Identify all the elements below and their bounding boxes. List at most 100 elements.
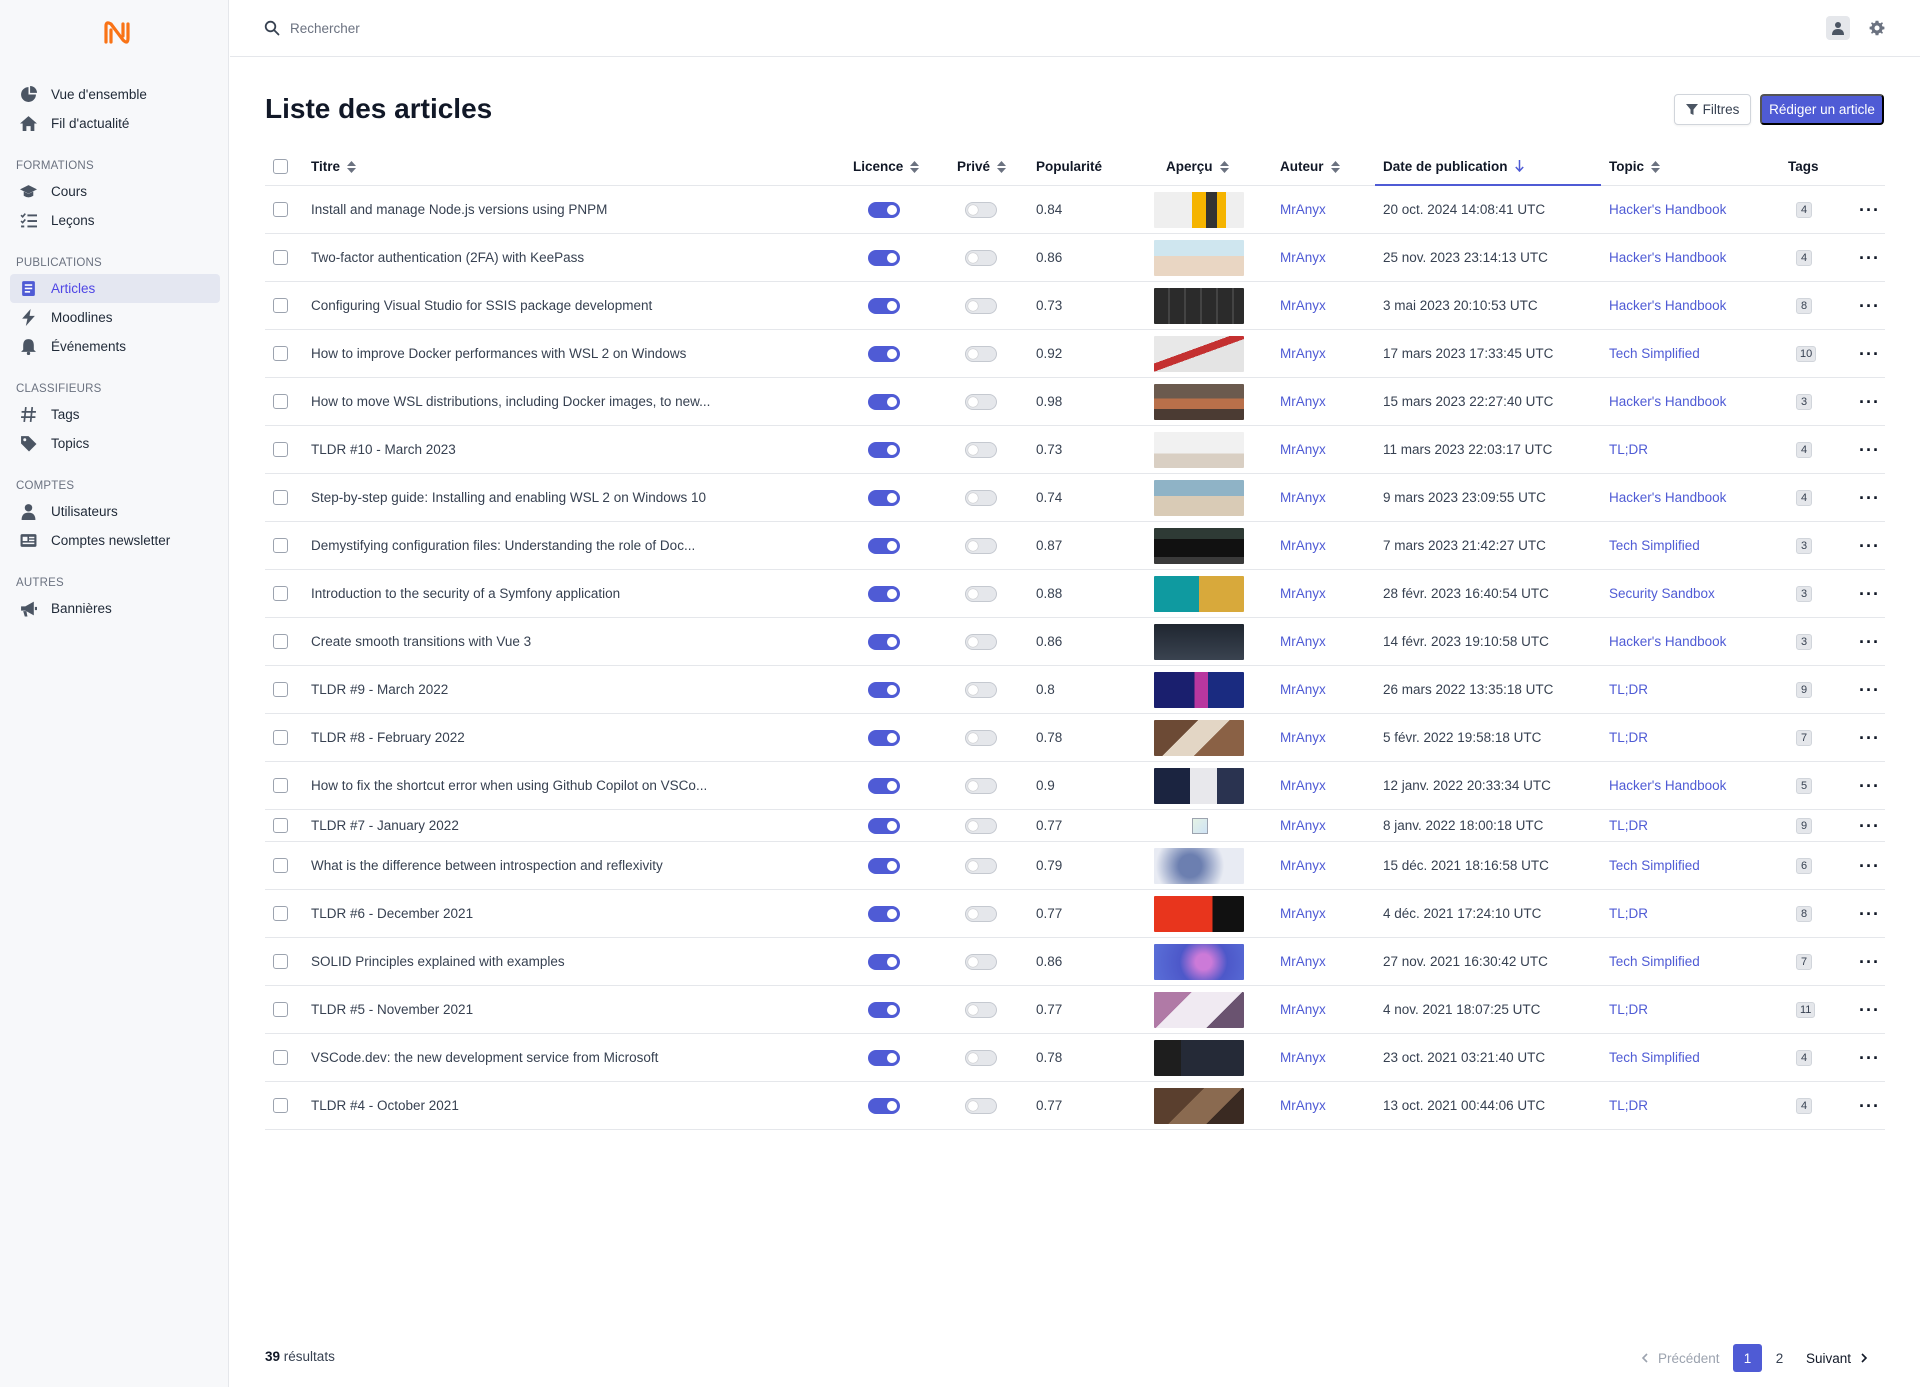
settings-button[interactable] [1866, 17, 1888, 39]
article-title[interactable]: How to fix the shortcut error when using… [311, 762, 707, 809]
row-checkbox[interactable] [273, 730, 288, 745]
col-date[interactable]: Date de publication [1375, 148, 1601, 186]
article-title[interactable]: Demystifying configuration files: Unders… [311, 522, 695, 569]
row-actions-button[interactable]: ··· [1859, 842, 1880, 889]
private-toggle[interactable] [965, 489, 997, 506]
article-title[interactable]: TLDR #8 - February 2022 [311, 714, 465, 761]
user-menu-button[interactable] [1826, 16, 1850, 40]
table-row[interactable]: How to move WSL distributions, including… [265, 378, 1885, 426]
row-actions-button[interactable]: ··· [1859, 282, 1880, 329]
private-toggle[interactable] [965, 729, 997, 746]
topic-link[interactable]: TL;DR [1609, 890, 1648, 937]
license-toggle[interactable] [868, 777, 900, 794]
row-checkbox[interactable] [273, 634, 288, 649]
author-link[interactable]: MrAnyx [1280, 714, 1326, 761]
select-all-checkbox[interactable] [273, 159, 288, 174]
license-toggle[interactable] [868, 441, 900, 458]
private-toggle[interactable] [965, 393, 997, 410]
row-checkbox[interactable] [273, 954, 288, 969]
row-checkbox[interactable] [273, 818, 288, 833]
license-toggle[interactable] [868, 585, 900, 602]
col-license[interactable]: Licence [853, 148, 920, 185]
table-row[interactable]: VSCode.dev: the new development service … [265, 1034, 1885, 1082]
topic-link[interactable]: Hacker's Handbook [1609, 378, 1726, 425]
row-actions-button[interactable]: ··· [1859, 234, 1880, 281]
sidebar-item-0-0[interactable]: Cours [10, 177, 220, 206]
article-title[interactable]: Introduction to the security of a Symfon… [311, 570, 620, 617]
author-link[interactable]: MrAnyx [1280, 762, 1326, 809]
row-actions-button[interactable]: ··· [1859, 938, 1880, 985]
private-toggle[interactable] [965, 441, 997, 458]
article-title[interactable]: Step-by-step guide: Installing and enabl… [311, 474, 706, 521]
table-row[interactable]: Install and manage Node.js versions usin… [265, 186, 1885, 234]
private-toggle[interactable] [965, 585, 997, 602]
author-link[interactable]: MrAnyx [1280, 378, 1326, 425]
article-title[interactable]: TLDR #6 - December 2021 [311, 890, 473, 937]
license-toggle[interactable] [868, 345, 900, 362]
row-actions-button[interactable]: ··· [1859, 810, 1880, 841]
author-link[interactable]: MrAnyx [1280, 522, 1326, 569]
topic-link[interactable]: Hacker's Handbook [1609, 618, 1726, 665]
table-row[interactable]: TLDR #4 - October 2021 0.77 MrAnyx 13 oct. … [265, 1082, 1885, 1130]
sidebar-item-3-0[interactable]: Utilisateurs [10, 497, 220, 526]
license-toggle[interactable] [868, 1001, 900, 1018]
author-link[interactable]: MrAnyx [1280, 890, 1326, 937]
private-toggle[interactable] [965, 537, 997, 554]
license-toggle[interactable] [868, 817, 900, 834]
license-toggle[interactable] [868, 249, 900, 266]
col-private[interactable]: Privé [957, 148, 1007, 185]
row-checkbox[interactable] [273, 250, 288, 265]
license-toggle[interactable] [868, 857, 900, 874]
row-actions-button[interactable]: ··· [1859, 330, 1880, 377]
sidebar-item-0[interactable]: Vue d'ensemble [10, 80, 220, 109]
author-link[interactable]: MrAnyx [1280, 810, 1326, 841]
author-link[interactable]: MrAnyx [1280, 282, 1326, 329]
row-actions-button[interactable]: ··· [1859, 666, 1880, 713]
row-checkbox[interactable] [273, 778, 288, 793]
private-toggle[interactable] [965, 681, 997, 698]
row-actions-button[interactable]: ··· [1859, 1082, 1880, 1129]
topic-link[interactable]: TL;DR [1609, 426, 1648, 473]
row-checkbox[interactable] [273, 442, 288, 457]
row-actions-button[interactable]: ··· [1859, 426, 1880, 473]
pagination-page-2[interactable]: 2 [1765, 1344, 1794, 1372]
article-title[interactable]: TLDR #7 - January 2022 [311, 810, 459, 841]
sidebar-item-2-0[interactable]: Tags [10, 400, 220, 429]
row-actions-button[interactable]: ··· [1859, 522, 1880, 569]
row-checkbox[interactable] [273, 586, 288, 601]
topic-link[interactable]: Hacker's Handbook [1609, 762, 1726, 809]
private-toggle[interactable] [965, 201, 997, 218]
article-title[interactable]: What is the difference between introspec… [311, 842, 663, 889]
table-row[interactable]: TLDR #6 - December 2021 0.77 MrAnyx 4 déc. … [265, 890, 1885, 938]
sidebar-item-3-1[interactable]: Comptes newsletter [10, 526, 220, 555]
private-toggle[interactable] [965, 817, 997, 834]
col-preview[interactable]: Aperçu [1166, 148, 1229, 185]
author-link[interactable]: MrAnyx [1280, 186, 1326, 233]
article-title[interactable]: Create smooth transitions with Vue 3 [311, 618, 531, 665]
pagination-prev[interactable]: Précédent [1640, 1344, 1720, 1372]
author-link[interactable]: MrAnyx [1280, 570, 1326, 617]
article-title[interactable]: Configuring Visual Studio for SSIS packa… [311, 282, 652, 329]
row-checkbox[interactable] [273, 1050, 288, 1065]
filters-button[interactable]: Filtres [1674, 94, 1751, 125]
author-link[interactable]: MrAnyx [1280, 474, 1326, 521]
sidebar-item-1-0[interactable]: Articles [10, 274, 220, 303]
article-title[interactable]: SOLID Principles explained with examples [311, 938, 565, 985]
topic-link[interactable]: Tech Simplified [1609, 522, 1700, 569]
article-title[interactable]: TLDR #9 - March 2022 [311, 666, 448, 713]
topic-link[interactable]: Hacker's Handbook [1609, 282, 1726, 329]
row-checkbox[interactable] [273, 298, 288, 313]
table-row[interactable]: TLDR #8 - February 2022 0.78 MrAnyx 5 févr.… [265, 714, 1885, 762]
author-link[interactable]: MrAnyx [1280, 842, 1326, 889]
author-link[interactable]: MrAnyx [1280, 1034, 1326, 1081]
row-actions-button[interactable]: ··· [1859, 474, 1880, 521]
private-toggle[interactable] [965, 1001, 997, 1018]
logo-icon[interactable] [102, 18, 132, 48]
topic-link[interactable]: TL;DR [1609, 666, 1648, 713]
article-title[interactable]: Install and manage Node.js versions usin… [311, 186, 607, 233]
private-toggle[interactable] [965, 1097, 997, 1114]
author-link[interactable]: MrAnyx [1280, 618, 1326, 665]
sidebar-item-1-1[interactable]: Moodlines [10, 303, 220, 332]
table-row[interactable]: TLDR #10 - March 2023 0.73 MrAnyx 11 mars 2… [265, 426, 1885, 474]
table-row[interactable]: What is the difference between introspec… [265, 842, 1885, 890]
